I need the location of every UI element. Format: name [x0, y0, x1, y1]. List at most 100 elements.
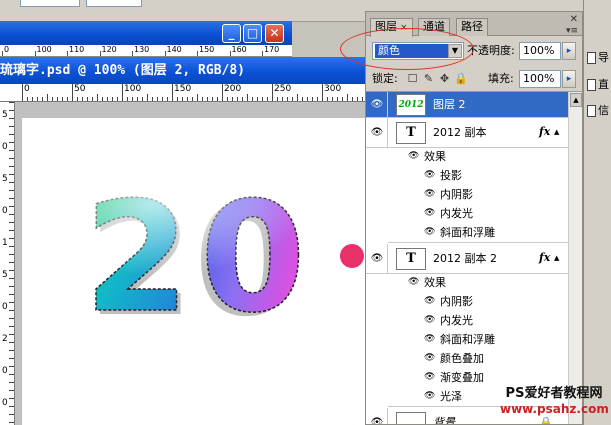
ruler-tick	[337, 97, 338, 101]
lock-transparency-icon[interactable]: ☐	[406, 72, 419, 85]
ruler-tick	[142, 97, 143, 101]
eye-icon[interactable]: 👁	[369, 99, 385, 111]
options-field-right[interactable]	[86, 0, 142, 7]
document-titlebar[interactable]: 琉璃字.psd @ 100% (图层 2, RGB/8)	[0, 57, 370, 84]
lock-position-icon[interactable]: ✥	[438, 72, 451, 85]
close-button[interactable]: ✕	[265, 24, 284, 43]
ruler-tick	[9, 294, 14, 295]
options-field-left[interactable]	[20, 0, 80, 7]
effect-label: 斜面和浮雕	[440, 226, 495, 239]
effect-label: 内阴影	[440, 188, 473, 201]
collapse-icon[interactable]: ▲	[554, 128, 559, 136]
ruler-tick	[152, 97, 153, 101]
ruler-tick-label: 160	[231, 45, 247, 54]
effect-row[interactable]: 👁 斜面和浮雕	[388, 224, 568, 243]
document-canvas[interactable]: 20 2 0	[22, 118, 370, 425]
lock-all-icon[interactable]: 🔒	[454, 72, 468, 85]
panel-info-button[interactable]: 信	[587, 101, 611, 121]
eye-icon[interactable]: 👁	[424, 208, 435, 218]
eye-icon[interactable]: 👁	[424, 372, 435, 382]
eye-icon[interactable]: 👁	[424, 315, 435, 325]
eye-icon[interactable]: 👁	[424, 334, 435, 344]
ruler-tick	[267, 97, 268, 101]
effect-row[interactable]: 👁 颜色叠加	[388, 350, 568, 369]
panel-menu-icon[interactable]: ▾≡	[566, 26, 578, 36]
eye-icon[interactable]: 👁	[369, 253, 385, 265]
effect-row[interactable]: 👁 投影	[388, 167, 568, 186]
collapse-icon[interactable]: ▲	[554, 254, 559, 262]
ruler-tick	[9, 414, 14, 415]
layer-row-2012-copy[interactable]: 👁 T 2012 副本 fx ▲	[366, 118, 568, 148]
watermark-line1: PS爱好者教程网	[505, 386, 603, 401]
panel-close-icon[interactable]: ✕	[570, 14, 578, 25]
eye-icon[interactable]: 👁	[424, 296, 435, 306]
eye-icon[interactable]: 👁	[408, 151, 419, 161]
ruler-tick	[9, 310, 14, 311]
ruler-tick	[9, 222, 14, 223]
secondary-document-window: _ □ ✕ 0100110120130140150160170180	[0, 21, 292, 57]
tab-paths[interactable]: 路径	[456, 18, 488, 36]
eye-icon[interactable]: 👁	[424, 170, 435, 180]
panel-navigator-button[interactable]: 导	[587, 48, 611, 68]
ruler-tick	[122, 84, 123, 101]
scroll-up-icon[interactable]: ▲	[570, 93, 582, 107]
lock-pixels-icon[interactable]: ✎	[422, 72, 435, 85]
fx-icon[interactable]: fx	[539, 251, 550, 264]
ruler-tick	[107, 97, 108, 101]
ruler-tick	[27, 97, 28, 101]
fill-slider-arrow[interactable]: ▸	[562, 70, 576, 88]
minimize-button[interactable]: _	[222, 24, 241, 43]
ruler-tick	[9, 302, 14, 303]
effect-row[interactable]: 👁 斜面和浮雕	[388, 331, 568, 350]
eye-icon[interactable]: 👁	[424, 353, 435, 363]
ruler-tick-label: 0	[2, 366, 8, 376]
panel-label: 直	[598, 78, 609, 91]
opacity-slider-arrow[interactable]: ▸	[562, 42, 576, 60]
ruler-tick	[127, 97, 128, 101]
ruler-tick	[82, 97, 83, 101]
ruler-tick	[57, 97, 58, 101]
eye-icon[interactable]: 👁	[369, 417, 385, 424]
effects-header[interactable]: 👁 效果	[388, 148, 568, 167]
maximize-button[interactable]: □	[243, 24, 262, 43]
effect-row[interactable]: 👁 内发光	[388, 205, 568, 224]
opacity-input[interactable]: 100%	[519, 42, 561, 60]
effect-row[interactable]: 👁 内阴影	[388, 293, 568, 312]
eye-icon[interactable]: 👁	[369, 127, 385, 139]
secondary-window-titlebar[interactable]: _ □ ✕	[0, 21, 292, 45]
ruler-tick-label: 0	[24, 84, 30, 94]
ruler-tick	[9, 350, 14, 351]
panel-histogram-button[interactable]: 直	[587, 75, 611, 95]
ruler-tick	[262, 97, 263, 101]
ruler-tick	[332, 97, 333, 101]
ruler-tick-label: 5	[2, 110, 8, 120]
effect-row[interactable]: 👁 内发光	[388, 312, 568, 331]
eye-icon[interactable]: 👁	[424, 227, 435, 237]
ruler-tick	[197, 94, 198, 101]
ruler-tick	[9, 390, 14, 391]
ruler-tick	[347, 94, 348, 101]
ruler-tick	[164, 51, 166, 56]
layer-name: 图层 2	[433, 98, 466, 111]
fill-input[interactable]: 100%	[519, 70, 561, 88]
ruler-tick	[132, 97, 133, 101]
ruler-tick	[9, 406, 14, 407]
secondary-horizontal-ruler: 0100110120130140150160170180	[0, 45, 292, 57]
effect-row[interactable]: 👁 内阴影	[388, 186, 568, 205]
collapsed-panel-strip: 导 直 信	[583, 0, 611, 425]
eye-icon[interactable]: 👁	[424, 189, 435, 199]
layers-scrollbar[interactable]: ▲	[568, 92, 582, 424]
effect-label: 光泽	[440, 390, 462, 403]
layer-row-layer2[interactable]: 👁 2012 图层 2	[366, 92, 568, 118]
text-layer-thumbnail: T	[396, 122, 426, 144]
eye-icon[interactable]: 👁	[408, 277, 419, 287]
ruler-tick-label: 110	[69, 45, 85, 54]
ruler-tick	[117, 97, 118, 101]
effects-header[interactable]: 👁 效果	[388, 274, 568, 293]
layer-row-2012-copy-2[interactable]: 👁 T 2012 副本 2 fx ▲	[366, 244, 568, 274]
ruler-tick	[192, 97, 193, 101]
eye-icon[interactable]: 👁	[424, 391, 435, 401]
fx-icon[interactable]: fx	[539, 125, 550, 138]
ruler-tick	[172, 84, 173, 101]
layer-name: 背景	[433, 416, 455, 424]
